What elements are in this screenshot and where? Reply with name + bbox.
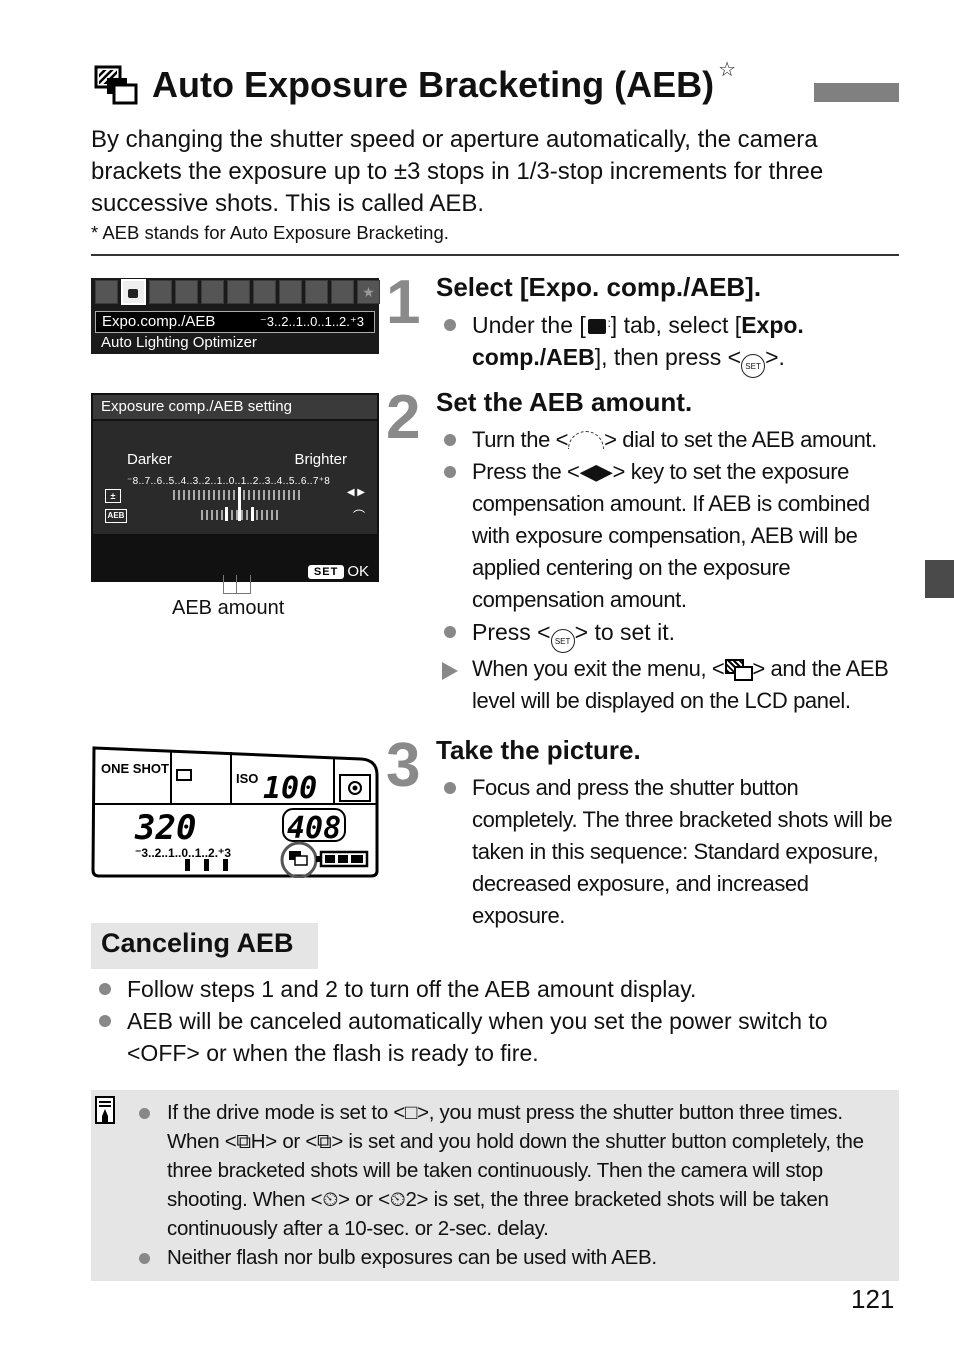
title-text: Auto Exposure Bracketing (AEB) (152, 64, 715, 105)
canceling-aeb-list: Follow steps 1 and 2 to turn off the AEB… (91, 973, 891, 1069)
memo-pencil-icon (95, 1096, 115, 1124)
note-item: If the drive mode is set to <□>, you mus… (131, 1098, 891, 1243)
aeb-amount-caption: AEB amount (172, 597, 285, 619)
chapter-side-tab (925, 560, 954, 598)
aeb-setting-screenshot: Exposure comp./AEB setting Darker Bright… (91, 393, 379, 582)
step-2-title: Set the AEB amount. (436, 387, 693, 417)
page-title: Auto Exposure Bracketing (AEB) ☆ (94, 59, 736, 106)
note-item: Neither flash nor bulb exposures can be … (131, 1243, 891, 1272)
main-dial-icon (568, 431, 605, 449)
menu-screenshot: ★ Expo.comp./AEB ⁻3..2..1..0..1..2.⁺3 Au… (91, 278, 380, 354)
aeb-ticks (201, 510, 281, 520)
step-1-body: Under the [:] tab, select [Expo. comp./A… (436, 309, 906, 378)
lcd-panel-illustration: ONE SHOT ISO 100 320 408 ⁻3..2..1..0..1.… (91, 745, 379, 879)
menu-tab-shooting-1 (95, 280, 118, 304)
set-ok-indicator: SET OK (307, 563, 369, 580)
page-number: 121 (851, 1284, 895, 1314)
darker-label: Darker (127, 451, 173, 468)
canceling-item: Follow steps 1 and 2 to turn off the AEB… (91, 973, 891, 1005)
text: Turn the < (472, 427, 569, 452)
lcd-shots-remaining: 408 (287, 811, 341, 846)
aeb-amount-callout-line (236, 575, 237, 593)
menu-row-expo-comp: Expo.comp./AEB ⁻3..2..1..0..1..2.⁺3 (95, 311, 375, 333)
canceling-aeb-heading: Canceling AEB (91, 923, 318, 969)
step-2-bullet-1: Turn the < > dial to set the AEB amount. (436, 424, 906, 456)
lcd-af-mode: ONE SHOT (101, 761, 169, 776)
set-button-icon: SET (550, 629, 575, 653)
menu-tabs: ★ (95, 279, 380, 306)
step-2-result: When you exit the menu, < > and the AEB l… (436, 653, 906, 717)
set-button-label: SET (307, 564, 345, 579)
menu-tab-shooting-3 (149, 280, 172, 304)
lcd-aeb-high-mark (223, 859, 228, 871)
brighter-label: Brighter (294, 451, 347, 468)
aeb-amount-callout-bracket (223, 575, 251, 594)
step-3-body: Focus and press the shutter button compl… (436, 772, 906, 932)
menu-tab-my-menu: ★ (357, 280, 380, 304)
lcd-exposure-scale: ⁻3..2..1..0..1..2.⁺3 (135, 846, 231, 860)
shooting-menu-2-icon: : (587, 317, 611, 334)
aeb-icon (724, 658, 754, 681)
text: Press < (472, 619, 551, 645)
text: ] tab, select [ (610, 312, 742, 338)
lcd-aeb-low-mark (185, 859, 190, 871)
lcd-iso-label: ISO (236, 771, 258, 786)
text: > dial to set the AEB amount. (604, 427, 877, 452)
text: Press the < (472, 459, 580, 484)
text: > to set it. (574, 619, 675, 645)
menu-tab-setup-1 (253, 280, 276, 304)
text: ], then press < (594, 344, 742, 370)
exposure-comp-icon: ± (105, 489, 121, 503)
set-button-icon: SET (741, 354, 766, 378)
menu-tab-shooting-4 (175, 280, 198, 304)
aeb-low-mark (225, 507, 228, 521)
advanced-star-icon: ☆ (718, 58, 737, 81)
step-1-title: Select [Expo. comp./AEB]. (436, 272, 762, 302)
step-2-number: 2 (386, 383, 421, 452)
title-bar-decoration (814, 83, 899, 102)
step-2-body: Turn the < > dial to set the AEB amount. … (436, 424, 906, 717)
menu-tab-playback-1 (201, 280, 224, 304)
step-1-bullet: Under the [:] tab, select [Expo. comp./A… (436, 309, 906, 378)
text: >. (765, 344, 785, 370)
divider (91, 254, 899, 256)
menu-tab-playback-2 (227, 280, 250, 304)
menu-tab-shooting-2 (121, 279, 146, 305)
aeb-high-mark (251, 507, 254, 521)
aeb-bracketing-icon (94, 65, 140, 105)
lcd-shutter-speed: 320 (134, 808, 196, 848)
text: When you exit the menu, < (472, 656, 725, 681)
exposure-scale: ⁻8..7..6..5..4..3..2..1..0..1..2..3..4..… (127, 476, 331, 487)
aeb-screen-header: Exposure comp./AEB setting (93, 395, 377, 419)
aeb-screen-body: Darker Brighter ⁻8..7..6..5..4..3..2..1.… (93, 421, 377, 534)
lcd-aeb-center-mark (204, 859, 209, 871)
note-box: If the drive mode is set to <□>, you mus… (91, 1090, 899, 1281)
text: Under the [ (472, 312, 586, 338)
step-2-bullet-3: Press < SET > to set it. (436, 616, 906, 653)
left-right-key-icon: ◀ ▶ (346, 487, 365, 498)
exposure-center-mark (238, 487, 241, 521)
left-right-key-icon: ◀▶ (579, 459, 613, 484)
menu-tab-setup-2 (279, 280, 302, 304)
step-1-number: 1 (386, 268, 421, 337)
menu-tab-setup-3 (305, 280, 328, 304)
lcd-iso-value: 100 (263, 771, 317, 806)
aeb-label-icon: AEB (105, 509, 127, 523)
step-3-number: 3 (386, 731, 421, 800)
menu-tab-custom (331, 280, 354, 304)
footnote: * AEB stands for Auto Exposure Bracketin… (91, 222, 449, 243)
intro-paragraph: By changing the shutter speed or apertur… (91, 126, 824, 217)
menu-row-alo: Auto Lighting Optimizer (101, 334, 257, 351)
menu-row-label: Expo.comp./AEB (102, 313, 216, 330)
step-3-title: Take the picture. (436, 735, 641, 765)
note-list: If the drive mode is set to <□>, you mus… (131, 1098, 891, 1272)
step-3-bullet: Focus and press the shutter button compl… (436, 772, 906, 932)
step-2-bullet-2: Press the <◀▶> key to set the exposure c… (436, 456, 906, 616)
main-dial-icon: ⌒ (352, 509, 365, 523)
menu-row-value: ⁻3..2..1..0..1..2.⁺3 (259, 314, 364, 329)
ok-label: OK (347, 563, 369, 580)
canceling-item: AEB will be canceled automatically when … (91, 1005, 891, 1069)
